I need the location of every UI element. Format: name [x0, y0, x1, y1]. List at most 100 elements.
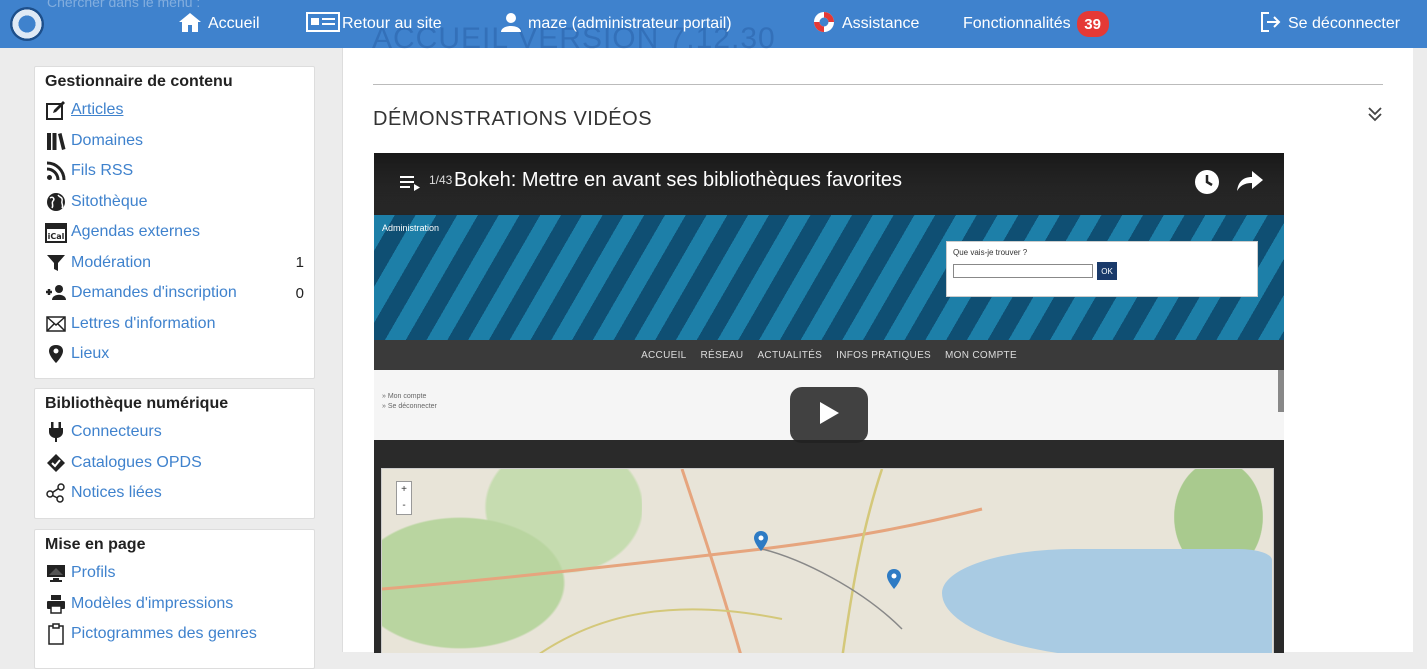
logout-label: Se déconnecter [1288, 15, 1401, 32]
home-link[interactable]: Accueil [178, 0, 260, 48]
home-icon [178, 11, 202, 38]
sidebar-item-opds[interactable]: Catalogues OPDS [45, 448, 304, 479]
books-icon [45, 130, 67, 152]
admin-label: Administration [382, 223, 440, 233]
sidebar-item-label: Modération [71, 253, 152, 271]
video-title[interactable]: Bokeh: Mettre en avant ses bibliothèques… [454, 169, 902, 192]
sidebar-item-newsletters[interactable]: Lettres d'information [45, 309, 304, 340]
sidebar-item-label: Lettres d'information [71, 314, 216, 332]
filter-icon [45, 252, 67, 274]
video-nav-item: ACTUALITÉS [757, 349, 823, 361]
sidebar-item-rss[interactable]: Fils RSS [45, 156, 304, 187]
bokeh-logo-icon[interactable] [10, 7, 44, 41]
play-button[interactable] [790, 387, 868, 443]
divider [373, 84, 1383, 85]
logout-link[interactable]: Se déconnecter [1260, 0, 1400, 48]
sidebar-item-connecteurs[interactable]: Connecteurs [45, 417, 304, 448]
envelope-icon [45, 313, 67, 335]
ical-icon: iCal [45, 221, 67, 244]
sidebar-item-label: Fils RSS [71, 162, 134, 180]
video-search-field [953, 264, 1093, 278]
home-label: Accueil [208, 15, 260, 32]
site-label: Retour au site [342, 15, 442, 32]
help-label: Assistance [842, 15, 920, 32]
sidebar-item-pictograms[interactable]: Pictogrammes des genres [45, 619, 304, 650]
user-label: maze (administrateur portail) [528, 15, 732, 32]
features-link[interactable]: Fonctionnalités 39 [963, 0, 1109, 48]
sidebar-item-inscriptions[interactable]: Demandes d'inscription 0 [45, 278, 304, 309]
video-search-box: Que vais-je trouver ? OK [946, 241, 1258, 297]
svg-text:iCal: iCal [48, 232, 65, 241]
sidebar-item-label: Modèles d'impressions [71, 594, 234, 612]
video-player[interactable]: Administration Que vais-je trouver ? OK … [374, 153, 1284, 653]
clipboard-icon [45, 623, 67, 645]
sidebar-item-label: Notices liées [71, 484, 162, 502]
double-chevron-down-icon [1365, 107, 1385, 128]
monitor-icon [45, 562, 67, 584]
content-manager-panel: Gestionnaire de contenu Articles Domaine… [34, 66, 315, 379]
video-scrollbar [1278, 370, 1284, 412]
video-side-link: » Se déconnecter [382, 403, 437, 410]
site-icon [306, 11, 340, 38]
video-nav-item: INFOS PRATIQUES [836, 349, 932, 361]
lifebuoy-icon [812, 10, 836, 39]
sidebar-item-articles[interactable]: Articles [45, 95, 304, 126]
video-nav-item: ACCUEIL [641, 349, 687, 361]
edit-icon [45, 99, 67, 121]
sidebar-item-print-templates[interactable]: Modèles d'impressions [45, 589, 304, 620]
sidebar-item-label: Connecteurs [71, 423, 162, 441]
playlist-counter: 1/43 [429, 173, 453, 187]
user-link[interactable]: maze (administrateur portail) [500, 0, 732, 48]
sidebar-item-sitotheque[interactable]: Sitothèque [45, 187, 304, 218]
panel-title: Gestionnaire de contenu [45, 73, 233, 90]
help-link[interactable]: Assistance [812, 0, 919, 48]
video-nav-item: MON COMPTE [945, 349, 1017, 361]
share-nodes-icon [45, 482, 67, 504]
sidebar: Gestionnaire de contenu Articles Domaine… [0, 48, 330, 669]
sidebar-item-label: Catalogues OPDS [71, 453, 202, 471]
sidebar-item-notices[interactable]: Notices liées [45, 478, 304, 509]
sidebar-item-lieux[interactable]: Lieux [45, 339, 304, 370]
add-user-icon [45, 282, 67, 304]
map-pin-icon [887, 569, 901, 589]
printer-icon [45, 593, 67, 615]
video-site-nav: ACCUEIL RÉSEAU ACTUALITÉS INFOS PRATIQUE… [374, 340, 1284, 370]
panel-title: Mise en page [45, 536, 146, 553]
plug-icon [45, 421, 67, 443]
rss-icon [45, 160, 67, 182]
video-search-button: OK [1097, 262, 1117, 280]
collapse-button[interactable] [1365, 104, 1385, 124]
user-icon [500, 11, 522, 38]
video-side-link: » Mon compte [382, 393, 427, 400]
top-navbar: Chercher dans le menu : ACCUEIL VERSION … [0, 0, 1427, 55]
sidebar-item-label: Demandes d'inscription [71, 284, 237, 302]
panel-title: Bibliothèque numérique [45, 395, 229, 412]
sidebar-item-label: Lieux [71, 345, 110, 363]
logout-icon [1260, 11, 1282, 38]
sidebar-item-profils[interactable]: Profils [45, 558, 304, 589]
globe-icon [45, 191, 67, 213]
play-icon [818, 401, 840, 430]
share-icon[interactable] [1236, 169, 1264, 198]
digital-library-panel: Bibliothèque numérique Connecteurs Catal… [34, 388, 315, 519]
features-label: Fonctionnalités [963, 15, 1071, 32]
map-roads [382, 469, 983, 653]
sidebar-item-agendas[interactable]: iCal Agendas externes [45, 217, 304, 248]
section-title: DÉMONSTRATIONS VIDÉOS [373, 108, 653, 130]
sidebar-item-label: Pictogrammes des genres [71, 625, 257, 643]
layout-panel: Mise en page Profils Modèles d'impressio… [34, 529, 315, 669]
back-to-site-link[interactable]: Retour au site [306, 0, 442, 48]
features-count-badge: 39 [1076, 11, 1109, 37]
sidebar-item-domaines[interactable]: Domaines [45, 126, 304, 157]
video-nav-item: RÉSEAU [700, 349, 744, 361]
opds-icon [45, 452, 67, 474]
sidebar-item-count: 1 [295, 254, 304, 272]
playlist-icon[interactable] [400, 173, 422, 196]
sidebar-item-count: 0 [295, 284, 304, 302]
map-marker-icon [45, 343, 67, 365]
map-zoom-control: + - [396, 481, 412, 515]
watch-later-icon[interactable] [1194, 169, 1220, 200]
main-content: DÉMONSTRATIONS VIDÉOS Administration Que… [342, 48, 1413, 653]
sidebar-item-moderation[interactable]: Modération 1 [45, 248, 304, 279]
sidebar-item-label: Sitothèque [71, 192, 148, 210]
